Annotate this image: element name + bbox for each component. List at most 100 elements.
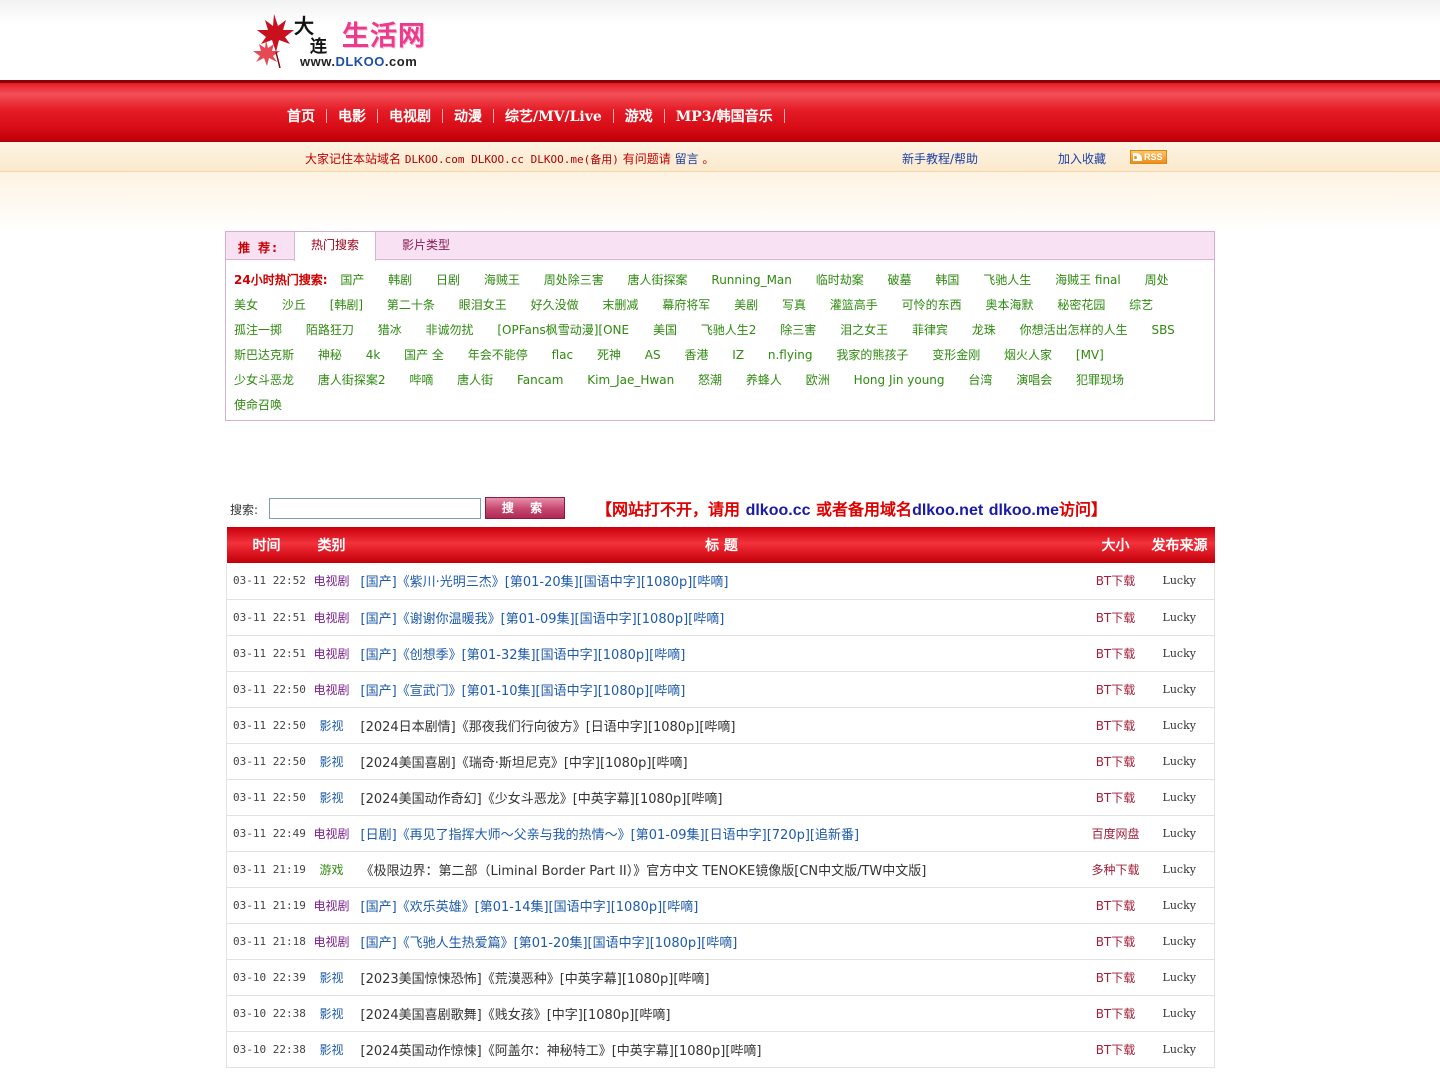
hot-keyword-link[interactable]: 泪之女王 bbox=[840, 323, 888, 337]
row-category-link[interactable]: 影视 bbox=[306, 743, 357, 780]
hot-keyword-link[interactable]: 好久没做 bbox=[531, 298, 579, 312]
hot-keyword-link[interactable]: 日剧 bbox=[436, 273, 460, 287]
hot-keyword-link[interactable]: 破墓 bbox=[888, 273, 912, 287]
row-category-link[interactable]: 电视剧 bbox=[306, 887, 357, 924]
row-category-link[interactable]: 影视 bbox=[306, 959, 357, 996]
hot-keyword-link[interactable]: 你想活出怎样的人生 bbox=[1020, 323, 1128, 337]
hot-keyword-link[interactable]: 奥本海默 bbox=[985, 298, 1033, 312]
row-title-link[interactable]: [2024美国喜剧歌舞]《贱女孩》[中字][1080p][哔嘀] bbox=[356, 995, 1087, 1032]
hot-keyword-link[interactable]: 烟火人家 bbox=[1004, 348, 1052, 362]
search-input[interactable] bbox=[269, 498, 481, 519]
hot-keyword-link[interactable]: 除三害 bbox=[780, 323, 816, 337]
row-download-link[interactable]: 百度网盘 bbox=[1086, 815, 1145, 852]
hot-keyword-link[interactable]: 临时劫案 bbox=[816, 273, 864, 287]
hot-keyword-link[interactable]: 香港 bbox=[684, 348, 708, 362]
hot-keyword-link[interactable]: 龙珠 bbox=[972, 323, 996, 337]
help-tutorial-link[interactable]: 新手教程/帮助 bbox=[902, 150, 978, 167]
row-title-link[interactable]: 《极限边界：第二部（Liminal Border Part II）》官方中文 T… bbox=[356, 851, 1087, 888]
hot-keyword-link[interactable]: Fancam bbox=[517, 373, 563, 387]
row-category-link[interactable]: 电视剧 bbox=[306, 671, 357, 708]
row-title-link[interactable]: [国产]《谢谢你温暖我》[第01-09集][国语中字][1080p][哔嘀] bbox=[356, 599, 1087, 636]
hot-keyword-link[interactable]: 养蜂人 bbox=[746, 373, 782, 387]
row-category-link[interactable]: 影视 bbox=[306, 707, 357, 744]
hot-keyword-link[interactable]: 斯巴达克斯 bbox=[234, 348, 294, 362]
hot-keyword-link[interactable]: 演唱会 bbox=[1016, 373, 1052, 387]
rss-feed-button[interactable]: RSS bbox=[1130, 150, 1167, 164]
row-title-link[interactable]: [2024英国动作惊悚]《阿盖尔：神秘特工》[中英字幕][1080p][哔嘀] bbox=[356, 1031, 1087, 1068]
hot-keyword-link[interactable]: 我家的熊孩子 bbox=[836, 348, 908, 362]
hot-keyword-link[interactable]: [OPFans枫雪动漫][ONE bbox=[497, 323, 629, 337]
row-category-link[interactable]: 电视剧 bbox=[306, 599, 357, 636]
row-download-link[interactable]: BT下载 bbox=[1086, 707, 1145, 744]
hot-keyword-link[interactable]: 欧洲 bbox=[806, 373, 830, 387]
hot-keyword-link[interactable]: 综艺 bbox=[1129, 298, 1153, 312]
hot-keyword-link[interactable]: 写真 bbox=[782, 298, 806, 312]
hot-keyword-link[interactable]: IZ bbox=[732, 348, 744, 362]
hot-keyword-link[interactable]: 沙丘 bbox=[282, 298, 306, 312]
leave-message-link[interactable]: 留言 bbox=[675, 152, 699, 166]
hot-keyword-link[interactable]: 海贼王 bbox=[484, 273, 520, 287]
hot-keyword-link[interactable]: 4k bbox=[366, 348, 381, 362]
nav-tv-series[interactable]: 电视剧 bbox=[378, 106, 442, 126]
hot-keyword-link[interactable]: flac bbox=[552, 348, 574, 362]
site-logo[interactable]: 大 连 生活网 www.DLKOO.com bbox=[248, 6, 438, 74]
row-download-link[interactable]: BT下载 bbox=[1086, 887, 1145, 924]
hot-keyword-link[interactable]: 幕府将军 bbox=[662, 298, 710, 312]
row-category-link[interactable]: 电视剧 bbox=[306, 563, 357, 600]
hot-keyword-link[interactable]: 末删减 bbox=[602, 298, 638, 312]
nav-mp3-korean-music[interactable]: MP3/韩国音乐 bbox=[665, 106, 784, 126]
row-download-link[interactable]: 多种下载 bbox=[1086, 851, 1145, 888]
hot-keyword-link[interactable]: 哔嘀 bbox=[409, 373, 433, 387]
hot-keyword-link[interactable]: SBS bbox=[1151, 323, 1174, 337]
row-category-link[interactable]: 游戏 bbox=[306, 851, 357, 888]
row-title-link[interactable]: [2024美国喜剧]《瑞奇·斯坦尼克》[中字][1080p][哔嘀] bbox=[356, 743, 1087, 780]
hot-keyword-link[interactable]: 年会不能停 bbox=[468, 348, 528, 362]
hot-keyword-link[interactable]: 周处除三害 bbox=[544, 273, 604, 287]
tab-hot-search[interactable]: 热门搜索 bbox=[294, 232, 377, 261]
row-category-link[interactable]: 影视 bbox=[306, 1031, 357, 1068]
hot-keyword-link[interactable]: Running_Man bbox=[711, 273, 791, 287]
row-category-link[interactable]: 影视 bbox=[306, 779, 357, 816]
nav-variety-mv-live[interactable]: 综艺/MV/Live bbox=[494, 106, 613, 126]
hot-keyword-link[interactable]: Kim_Jae_Hwan bbox=[587, 373, 674, 387]
row-download-link[interactable]: BT下载 bbox=[1086, 743, 1145, 780]
hot-keyword-link[interactable]: 美剧 bbox=[734, 298, 758, 312]
nav-home[interactable]: 首页 bbox=[276, 106, 326, 126]
nav-anime[interactable]: 动漫 bbox=[443, 106, 493, 126]
row-title-link[interactable]: [2023美国惊悚恐怖]《荒漠恶种》[中英字幕][1080p][哔嘀] bbox=[356, 959, 1087, 996]
row-download-link[interactable]: BT下载 bbox=[1086, 995, 1145, 1032]
hot-keyword-link[interactable]: 国产 全 bbox=[404, 348, 444, 362]
hot-keyword-link[interactable]: 台湾 bbox=[968, 373, 992, 387]
hot-keyword-link[interactable]: 猎冰 bbox=[378, 323, 402, 337]
hot-keyword-link[interactable]: 周处 bbox=[1145, 273, 1169, 287]
row-title-link[interactable]: [国产]《紫川·光明三杰》[第01-20集][国语中字][1080p][哔嘀] bbox=[356, 563, 1087, 600]
hot-keyword-link[interactable]: 灌篮高手 bbox=[830, 298, 878, 312]
hot-keyword-link[interactable]: 孤注一掷 bbox=[234, 323, 282, 337]
hot-keyword-link[interactable]: 陌路狂刀 bbox=[306, 323, 354, 337]
row-download-link[interactable]: BT下载 bbox=[1086, 635, 1145, 672]
hot-keyword-link[interactable]: 美国 bbox=[653, 323, 677, 337]
hot-keyword-link[interactable]: 韩国 bbox=[935, 273, 959, 287]
row-download-link[interactable]: BT下载 bbox=[1086, 779, 1145, 816]
row-download-link[interactable]: BT下载 bbox=[1086, 671, 1145, 708]
row-download-link[interactable]: BT下载 bbox=[1086, 923, 1145, 960]
hot-keyword-link[interactable]: n.flying bbox=[768, 348, 813, 362]
hot-keyword-link[interactable]: AS bbox=[645, 348, 661, 362]
hot-keyword-link[interactable]: 美女 bbox=[234, 298, 258, 312]
row-title-link[interactable]: [国产]《飞驰人生热爱篇》[第01-20集][国语中字][1080p][哔嘀] bbox=[356, 923, 1087, 960]
hot-keyword-link[interactable]: 怒潮 bbox=[698, 373, 722, 387]
hot-keyword-link[interactable]: 非诚勿扰 bbox=[426, 323, 474, 337]
hot-keyword-link[interactable]: 使命召唤 bbox=[234, 398, 282, 412]
hot-keyword-link[interactable]: [MV] bbox=[1076, 348, 1104, 362]
hot-keyword-link[interactable]: 韩剧 bbox=[388, 273, 412, 287]
row-title-link[interactable]: [日剧]《再见了指挥大师～父亲与我的热情～》[第01-09集][日语中字][72… bbox=[356, 815, 1087, 852]
hot-keyword-link[interactable]: 变形金刚 bbox=[932, 348, 980, 362]
hot-keyword-link[interactable]: 海贼王 final bbox=[1055, 273, 1121, 287]
row-download-link[interactable]: BT下载 bbox=[1086, 1031, 1145, 1068]
hot-keyword-link[interactable]: 飞驰人生2 bbox=[701, 323, 757, 337]
row-download-link[interactable]: BT下载 bbox=[1086, 959, 1145, 996]
hot-keyword-link[interactable]: 唐人街探案 bbox=[628, 273, 688, 287]
row-title-link[interactable]: [国产]《欢乐英雄》[第01-14集][国语中字][1080p][哔嘀] bbox=[356, 887, 1087, 924]
hot-keyword-link[interactable]: 第二十条 bbox=[387, 298, 435, 312]
hot-keyword-link[interactable]: [韩剧] bbox=[330, 298, 363, 312]
